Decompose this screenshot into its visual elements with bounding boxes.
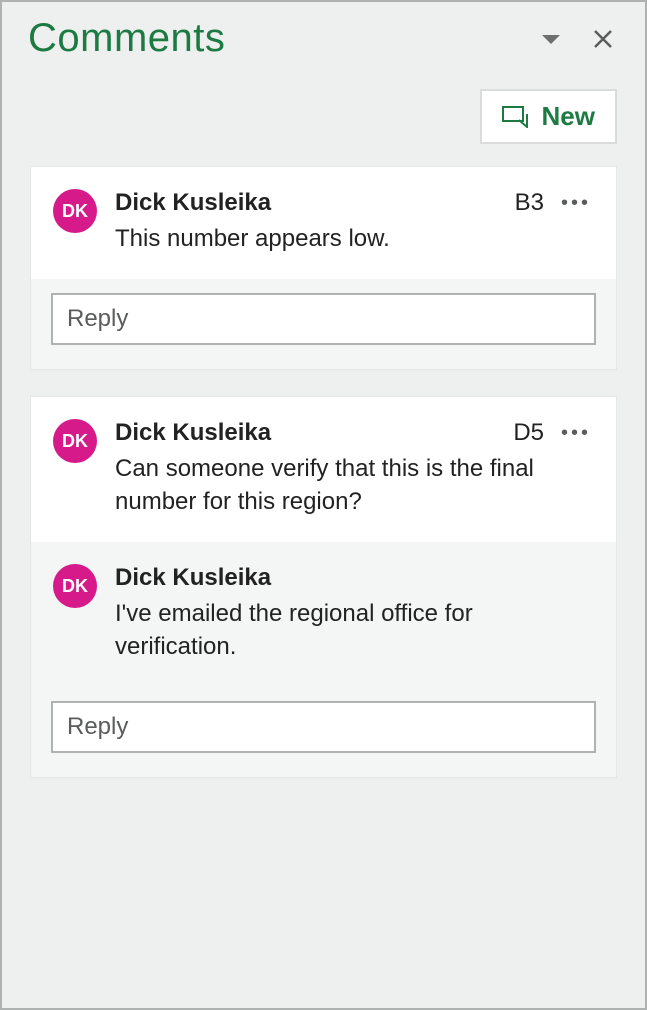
comment-author: Dick Kusleika xyxy=(115,419,499,447)
comment-body: Dick Kusleika B3 ••• This number appears… xyxy=(115,189,594,255)
reply-input[interactable] xyxy=(51,701,596,753)
panel-toolbar: New xyxy=(2,71,645,166)
comment-meta: Dick Kusleika B3 ••• xyxy=(115,189,594,217)
comments-panel: Comments New DK xyxy=(0,0,647,1010)
chevron-down-icon xyxy=(542,33,560,45)
new-comment-icon xyxy=(502,106,528,128)
panel-options-button[interactable] xyxy=(531,19,571,59)
more-actions-button[interactable]: ••• xyxy=(558,421,594,445)
panel-title: Comments xyxy=(28,16,519,61)
reply-box xyxy=(31,687,616,777)
comment-text: I've emailed the regional office for ver… xyxy=(115,598,594,663)
threads-list: DK Dick Kusleika B3 ••• This number appe… xyxy=(2,166,645,778)
comment-author: Dick Kusleika xyxy=(115,564,594,592)
comment-thread: DK Dick Kusleika B3 ••• This number appe… xyxy=(30,166,617,370)
comment-meta: Dick Kusleika xyxy=(115,564,594,592)
comment-thread: DK Dick Kusleika D5 ••• Can someone veri… xyxy=(30,396,617,778)
cell-reference[interactable]: D5 xyxy=(513,419,544,447)
comment-body: Dick Kusleika D5 ••• Can someone verify … xyxy=(115,419,594,518)
comment-text: This number appears low. xyxy=(115,223,594,255)
new-comment-button[interactable]: New xyxy=(480,89,617,144)
comment-meta: Dick Kusleika D5 ••• xyxy=(115,419,594,447)
comment-author: Dick Kusleika xyxy=(115,189,501,217)
avatar: DK xyxy=(53,189,97,233)
panel-header: Comments xyxy=(2,2,645,71)
cell-reference[interactable]: B3 xyxy=(515,189,544,217)
ellipsis-icon: ••• xyxy=(561,422,591,445)
reply-input[interactable] xyxy=(51,293,596,345)
comment-text: Can someone verify that this is the fina… xyxy=(115,453,594,518)
avatar: DK xyxy=(53,419,97,463)
new-comment-label: New xyxy=(542,101,595,132)
comment: DK Dick Kusleika D5 ••• Can someone veri… xyxy=(31,397,616,542)
close-button[interactable] xyxy=(583,19,623,59)
comment-body: Dick Kusleika I've emailed the regional … xyxy=(115,564,594,663)
avatar: DK xyxy=(53,564,97,608)
comment-reply: DK Dick Kusleika I've emailed the region… xyxy=(31,542,616,687)
comment: DK Dick Kusleika B3 ••• This number appe… xyxy=(31,167,616,279)
ellipsis-icon: ••• xyxy=(561,192,591,215)
reply-box xyxy=(31,279,616,369)
more-actions-button[interactable]: ••• xyxy=(558,191,594,215)
close-icon xyxy=(593,29,613,49)
